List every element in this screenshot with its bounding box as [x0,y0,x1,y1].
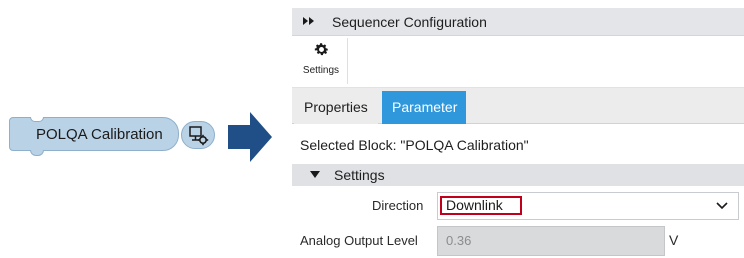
double-chevron-icon[interactable] [302,15,316,27]
caret-down-icon [310,171,320,178]
gear-icon [314,43,329,56]
parameter-gear-icon [189,126,209,146]
panel-tabs: Properties Parameter [292,88,744,124]
chevron-down-icon [716,202,728,210]
analog-output-level-input: 0.36 [437,226,665,256]
settings-group-label: Settings [334,167,385,183]
panel-toolbar: Settings [292,36,744,88]
block-parameter-button[interactable] [181,121,215,149]
panel-titlebar: Sequencer Configuration [292,8,744,36]
analog-output-level-unit: V [669,232,679,248]
tab-properties[interactable]: Properties [294,91,378,124]
block-connector-top [30,117,44,122]
settings-group-header[interactable]: Settings [292,164,744,186]
settings-button[interactable]: Settings [294,38,348,84]
settings-button-label: Settings [302,65,340,76]
analog-output-level-label: Analog Output Level [300,233,418,248]
direction-label: Direction [372,198,424,213]
sequencer-configuration-panel: Sequencer Configuration Settings Propert… [292,8,744,258]
direction-value: Downlink [440,196,522,215]
block-connector-bottom [30,150,44,156]
sequencer-block[interactable]: POLQA Calibration [9,117,179,156]
tab-parameter[interactable]: Parameter [382,91,466,124]
direction-dropdown[interactable]: Downlink [437,192,739,220]
panel-title: Sequencer Configuration [332,14,487,30]
right-arrow-icon [228,112,272,162]
selected-block-text: Selected Block: "POLQA Calibration" [300,137,529,153]
block-label: POLQA Calibration [36,126,163,143]
